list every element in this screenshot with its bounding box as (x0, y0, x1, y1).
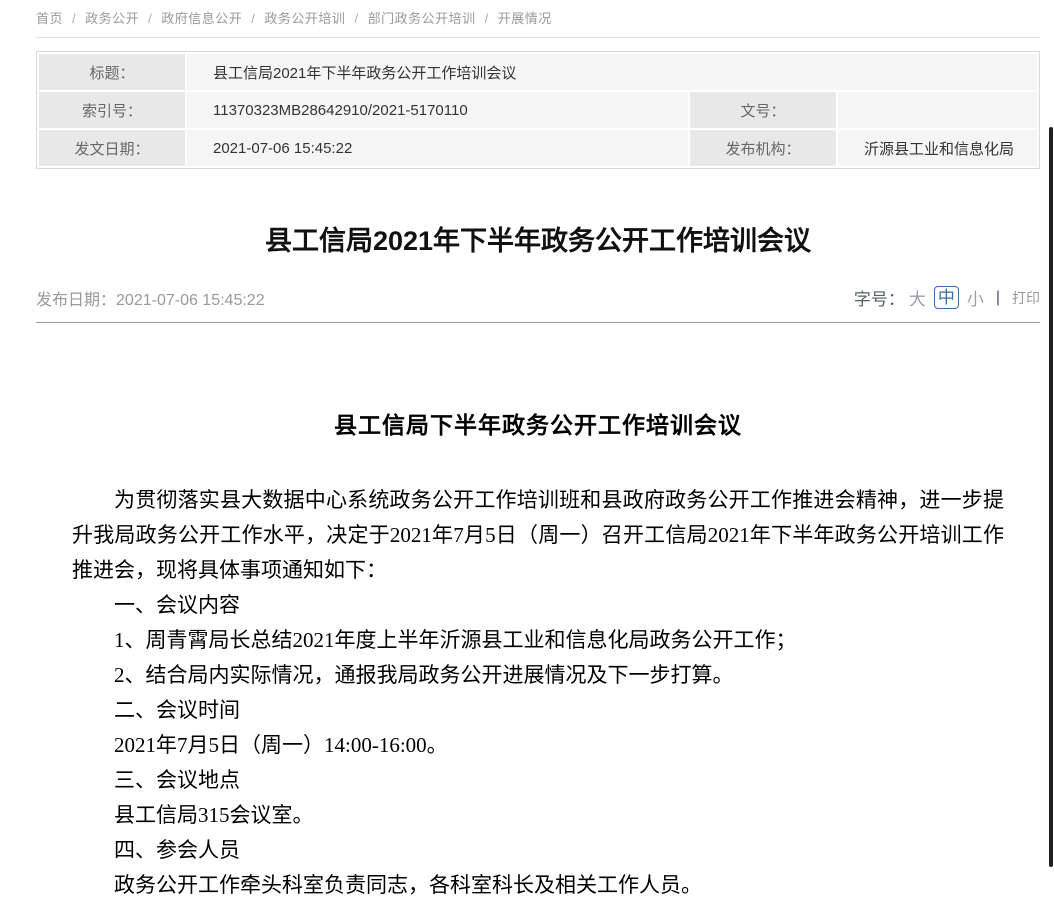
article-content-heading: 县工信局下半年政务公开工作培训会议 (72, 411, 1004, 441)
article-body: 县工信局下半年政务公开工作培训会议 为贯彻落实县大数据中心系统政务公开工作培训班… (36, 323, 1040, 903)
font-size-large-button[interactable]: 大 (909, 285, 926, 310)
agency-value: 沂源县工业和信息化局 (838, 130, 1037, 166)
article-paragraph: 2021年7月5日（周一）14:00-16:00。 (72, 728, 1004, 763)
agency-label: 发布机构： (690, 130, 836, 166)
issue-date-label: 发文日期： (39, 130, 185, 166)
breadcrumb-separator: / (251, 11, 255, 26)
doc-number-value (838, 92, 1037, 128)
breadcrumb: 首页 / 政务公开 / 政府信息公开 / 政务公开培训 / 部门政务公开培训 / 开展情况 (36, 0, 1040, 38)
publish-date-value: 2021-07-06 15:45:22 (116, 292, 265, 309)
breadcrumb-item-zhengwugongkaipeixun[interactable]: 政务公开培训 (264, 11, 345, 26)
breadcrumb-item-zhengfuxinxigongkai[interactable]: 政府信息公开 (161, 11, 242, 26)
font-size-small-button[interactable]: 小 (967, 285, 984, 310)
breadcrumb-separator: / (485, 11, 489, 26)
doc-number-label: 文号： (690, 92, 836, 128)
font-size-label: 字号： (854, 285, 905, 310)
article-meta-bar: 发布日期：2021-07-06 15:45:22 字号： 大 中 小 | 打印 (36, 285, 1040, 323)
breadcrumb-separator: / (148, 11, 152, 26)
article-paragraph: 一、会议内容 (72, 588, 1004, 623)
scrollbar-thumb[interactable] (1049, 127, 1053, 867)
article-toolbar: 字号： 大 中 小 | 打印 (854, 285, 1040, 310)
article-paragraph: 政务公开工作牵头科室负责同志，各科室科长及相关工作人员。 (72, 868, 1004, 903)
font-size-medium-button[interactable]: 中 (934, 286, 959, 309)
page: 首页 / 政务公开 / 政府信息公开 / 政务公开培训 / 部门政务公开培训 / 开展情况 标题： … (0, 0, 1054, 907)
page-title: 县工信局2021年下半年政务公开工作培训会议 (36, 219, 1040, 263)
breadcrumb-item-bumenzhengwugongkaipeixun[interactable]: 部门政务公开培训 (368, 11, 476, 26)
breadcrumb-separator: / (72, 11, 76, 26)
issue-date-value: 2021-07-06 15:45:22 (187, 130, 688, 166)
print-button[interactable]: 打印 (1012, 288, 1040, 308)
breadcrumb-item-home[interactable]: 首页 (36, 11, 63, 26)
meta-row-date: 发文日期： 2021-07-06 15:45:22 发布机构： 沂源县工业和信息… (39, 130, 1037, 166)
article-paragraph: 为贯彻落实县大数据中心系统政务公开工作培训班和县政府政务公开工作推进会精神，进一… (72, 483, 1004, 588)
article-paragraph: 县工信局315会议室。 (72, 798, 1004, 833)
meta-row-index: 索引号： 11370323MB28642910/2021-5170110 文号： (39, 92, 1037, 128)
article-paragraph: 2、结合局内实际情况，通报我局政务公开进展情况及下一步打算。 (72, 658, 1004, 693)
meta-row-title: 标题： 县工信局2021年下半年政务公开工作培训会议 (39, 54, 1037, 90)
title-value: 县工信局2021年下半年政务公开工作培训会议 (187, 54, 1037, 90)
publish-date: 发布日期：2021-07-06 15:45:22 (36, 286, 265, 310)
content-container: 首页 / 政务公开 / 政府信息公开 / 政务公开培训 / 部门政务公开培训 / 开展情况 标题： … (0, 0, 1054, 903)
title-label: 标题： (39, 54, 185, 90)
breadcrumb-item-kaizhanqingkuang[interactable]: 开展情况 (498, 11, 552, 26)
article-paragraph: 四、参会人员 (72, 833, 1004, 868)
article-paragraph: 三、会议地点 (72, 763, 1004, 798)
publish-date-label: 发布日期： (36, 292, 116, 309)
breadcrumb-item-zhengwugongkai[interactable]: 政务公开 (85, 11, 139, 26)
document-meta-table: 标题： 县工信局2021年下半年政务公开工作培训会议 索引号： 11370323… (36, 51, 1040, 169)
article-paragraph: 二、会议时间 (72, 693, 1004, 728)
index-number-value: 11370323MB28642910/2021-5170110 (187, 92, 688, 128)
article-paragraph: 1、周青霄局长总结2021年度上半年沂源县工业和信息化局政务公开工作； (72, 623, 1004, 658)
breadcrumb-separator: / (354, 11, 358, 26)
toolbar-divider: | (996, 289, 1000, 307)
index-number-label: 索引号： (39, 92, 185, 128)
